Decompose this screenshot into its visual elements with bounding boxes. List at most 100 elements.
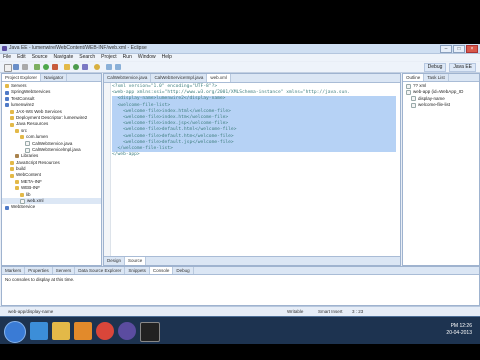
cmd-icon[interactable] (140, 322, 160, 342)
perspective-debug[interactable]: Debug (423, 63, 447, 72)
tab-debug[interactable]: Debug (173, 267, 194, 274)
proj-icon (5, 96, 9, 101)
system-tray-clock[interactable]: PM 12:26 20-04-2013 (446, 323, 472, 337)
explorer-icon[interactable] (52, 322, 70, 340)
eclipse-taskbar-icon[interactable] (118, 322, 136, 340)
console-panel: Markers Properties Servers Data Source E… (1, 266, 480, 306)
letterbox-bottom (0, 344, 480, 360)
jar-icon (15, 154, 19, 159)
chrome-icon[interactable] (96, 322, 114, 340)
title-bar: Java EE - lumenwire/WebContent/WEB-INF/w… (0, 44, 480, 54)
folder-icon (10, 167, 14, 172)
tab-console[interactable]: Console (149, 267, 174, 274)
folder-icon (10, 109, 14, 114)
tab-servers[interactable]: Servers (53, 267, 76, 274)
outline-item-label: welcome-file-list (418, 102, 451, 108)
folder-icon (10, 160, 14, 165)
menu-help[interactable]: Help (162, 54, 172, 61)
proj-icon (5, 103, 9, 108)
tab-calwebservice[interactable]: CalWebService.java (104, 74, 152, 82)
tab-navigator[interactable]: Navigator (41, 74, 68, 81)
menu-edit[interactable]: Edit (17, 54, 26, 61)
proj-icon (5, 90, 9, 95)
folder-icon (15, 128, 19, 133)
media-player-icon[interactable] (74, 322, 92, 340)
xml-element-icon (411, 102, 416, 108)
tab-markers[interactable]: Markers (2, 267, 26, 274)
folder-icon (10, 122, 14, 127)
main-toolbar: Debug Java EE (0, 62, 480, 73)
menu-navigate[interactable]: Navigate (54, 54, 74, 61)
folder-icon (10, 173, 14, 178)
letterbox-top (0, 0, 480, 44)
perspective-switcher: Debug Java EE (423, 63, 476, 72)
tree-item-label: CalWebServicelmpl.java (32, 146, 81, 152)
menu-project[interactable]: Project (101, 54, 117, 61)
xml-element-icon (406, 90, 411, 96)
perspective-javaee[interactable]: Java EE (449, 63, 476, 72)
menu-bar: File Edit Source Navigate Search Project… (0, 54, 480, 61)
proj-icon (5, 205, 9, 210)
windows-taskbar: PM 12:26 20-04-2013 (0, 316, 480, 345)
tab-source[interactable]: Source (125, 257, 147, 265)
external-tools-icon[interactable] (52, 64, 58, 70)
folder-icon (10, 116, 14, 121)
back-icon[interactable] (106, 64, 112, 70)
xml-element-icon (411, 96, 416, 102)
tree-item-label: WebService (11, 204, 36, 210)
folder-icon (20, 135, 24, 140)
status-path: web-app/display-name (8, 309, 54, 314)
menu-run[interactable]: Run (123, 54, 132, 61)
menu-file[interactable]: File (3, 54, 11, 61)
run-icon[interactable] (43, 64, 49, 70)
xml-editor: CalWebService.java CalWebServiceImpl.jav… (103, 73, 401, 266)
status-bar: web-app/display-name Writable Smart Inse… (0, 306, 480, 316)
tab-project-explorer[interactable]: Project Explorer (2, 74, 42, 81)
tab-calwebserviceimpl[interactable]: CalWebServiceImpl.java (151, 74, 208, 82)
search-icon[interactable] (94, 64, 100, 70)
forward-icon[interactable] (115, 64, 121, 70)
minimize-button[interactable]: – (440, 45, 452, 53)
folder-icon (15, 180, 19, 185)
print-icon[interactable] (22, 64, 28, 70)
ie-icon[interactable] (30, 322, 48, 340)
new-icon[interactable] (4, 64, 12, 72)
outline-item[interactable]: welcome-file-list (403, 102, 479, 108)
new-class-icon[interactable] (73, 64, 79, 70)
outline-panel: Outline Task List ?? xml web-app (id=WebA… (402, 73, 480, 266)
tab-data-source-explorer[interactable]: Data Source Explorer (75, 267, 126, 274)
close-button[interactable]: × (466, 45, 478, 53)
tab-task-list[interactable]: Task List (424, 74, 449, 81)
tree-item[interactable]: WebService (2, 204, 101, 210)
project-explorer-panel: Project Explorer Navigator Servers Spring… (1, 73, 102, 266)
clock-time: PM 12:26 (450, 323, 472, 329)
tab-design[interactable]: Design (104, 257, 126, 265)
tab-snippets[interactable]: Snippets (125, 267, 150, 274)
menu-search[interactable]: Search (79, 54, 95, 61)
tab-properties[interactable]: Properties (25, 267, 53, 274)
project-tree: Servers SpringWebServices TestConsult lumen… (2, 83, 101, 265)
code-line[interactable]: </web-app> (112, 152, 396, 158)
file-icon (25, 141, 30, 147)
tab-outline[interactable]: Outline (403, 74, 425, 81)
eclipse-icon (2, 46, 7, 51)
folder-icon (15, 186, 19, 191)
tab-web-xml[interactable]: web.xml (207, 74, 231, 82)
code-area[interactable]: <?xml version="1.0" encoding="UTF-8"?> <w… (112, 84, 396, 158)
save-icon[interactable] (13, 64, 19, 70)
console-message: No consoles to display at this time. (5, 277, 75, 282)
outline-tree: ?? xml web-app (id=WebApp_ID display-name w… (403, 83, 479, 265)
new-java-project-icon[interactable] (64, 64, 70, 70)
folder-icon (5, 84, 9, 89)
debug-icon[interactable] (34, 64, 40, 70)
open-type-icon[interactable] (82, 64, 88, 70)
start-button[interactable] (4, 321, 26, 343)
file-icon (20, 198, 25, 204)
editor-gutter (104, 83, 111, 256)
menu-source[interactable]: Source (32, 54, 48, 61)
menu-window[interactable]: Window (138, 54, 156, 61)
folder-icon (20, 192, 24, 197)
file-icon (25, 147, 30, 153)
eclipse-window: Java EE - lumenwire/WebContent/WEB-INF/w… (0, 44, 480, 316)
maximize-button[interactable]: □ (453, 45, 465, 53)
